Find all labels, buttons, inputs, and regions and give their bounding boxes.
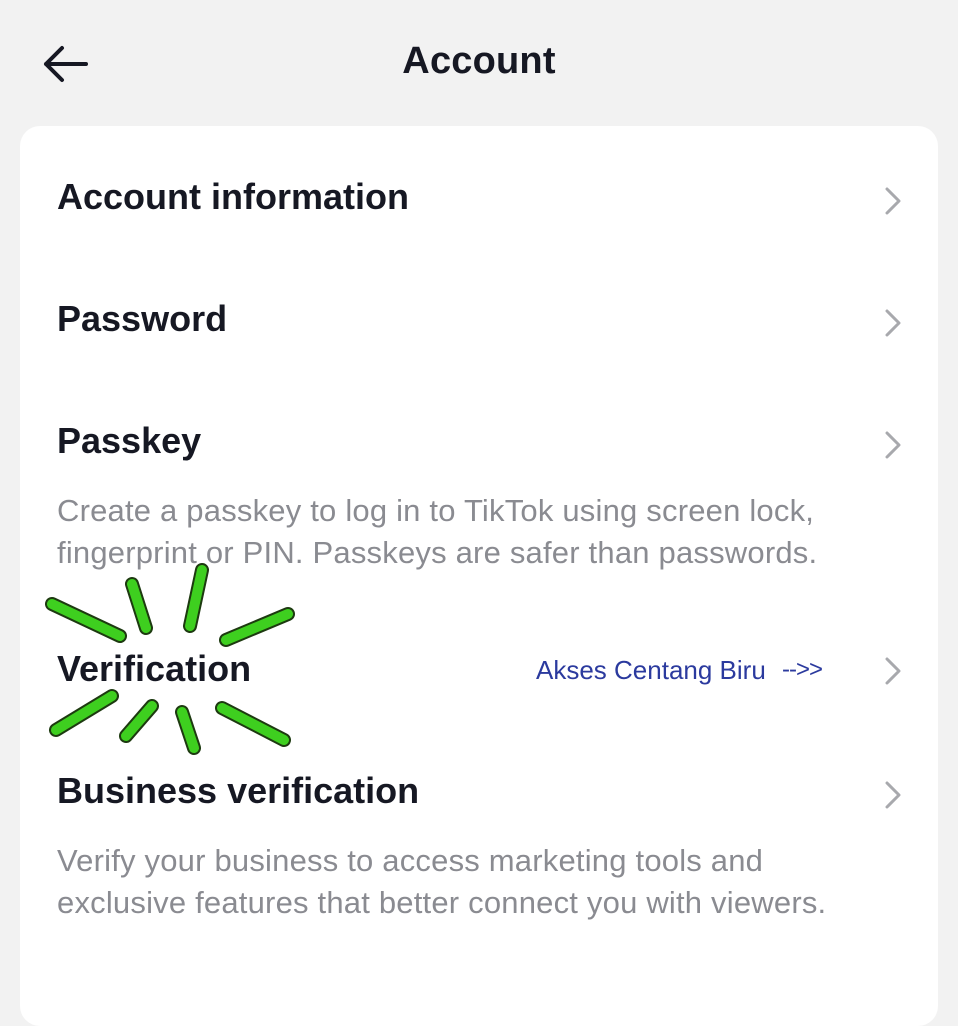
row-label: Account information bbox=[57, 176, 409, 217]
row-description: Create a passkey to log in to TikTok usi… bbox=[57, 493, 818, 570]
row-label: Business verification bbox=[57, 770, 420, 811]
row-passkey[interactable]: Passkey Create a passkey to log in to Ti… bbox=[20, 392, 938, 592]
row-label: Passkey bbox=[57, 420, 202, 461]
row-verification[interactable]: Verification Akses Centang Biru -->> bbox=[20, 620, 938, 720]
chevron-right-icon bbox=[885, 187, 901, 215]
row-description: Verify your business to access marketing… bbox=[57, 843, 827, 920]
annotation-text: Akses Centang Biru bbox=[536, 655, 766, 685]
row-label: Password bbox=[57, 298, 228, 339]
row-password[interactable]: Password bbox=[20, 270, 938, 370]
settings-card: Account information Password Passkey Cre… bbox=[20, 126, 938, 1026]
chevron-right-icon bbox=[885, 431, 901, 459]
row-business-verification[interactable]: Business verification Verify your busine… bbox=[20, 742, 938, 942]
chevron-right-icon bbox=[885, 781, 901, 809]
row-account-information[interactable]: Account information bbox=[20, 148, 938, 248]
row-label: Verification bbox=[57, 648, 252, 689]
annotation-arrow: -->> bbox=[782, 656, 823, 683]
chevron-right-icon bbox=[885, 657, 901, 685]
header: Account bbox=[0, 0, 958, 126]
chevron-right-icon bbox=[885, 309, 901, 337]
page-title: Account bbox=[402, 40, 556, 82]
